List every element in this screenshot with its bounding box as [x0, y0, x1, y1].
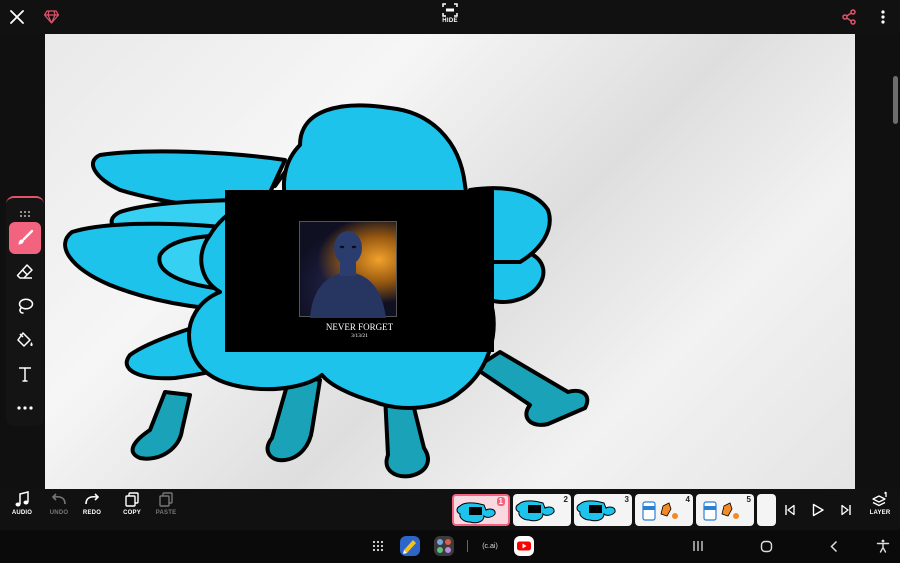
- app-shortcut-icon[interactable]: [398, 534, 422, 558]
- news-title: NEVER FORGET: [325, 322, 394, 332]
- youtube-icon[interactable]: [512, 534, 536, 558]
- frame-preview: [576, 500, 616, 522]
- text-icon: [19, 367, 31, 382]
- nav-divider: [464, 534, 470, 558]
- eraser-icon: [16, 264, 33, 279]
- undo-icon: [51, 493, 66, 505]
- frame-thumbnail[interactable]: 1: [452, 494, 510, 526]
- flipaclip-editor: HIDE NEVER FORGET 3/13/21 AUDIO UNDO RED…: [0, 0, 900, 563]
- layer-label: LAYER: [869, 510, 891, 516]
- news-photo: [299, 221, 397, 318]
- more-horizontal-icon: [17, 406, 33, 410]
- paste-button[interactable]: PASTE: [146, 491, 186, 529]
- copy-icon: [125, 492, 139, 507]
- play-icon: [812, 503, 824, 517]
- redo-label: REDO: [82, 510, 102, 516]
- lasso-tool[interactable]: [9, 290, 41, 322]
- audio-button[interactable]: AUDIO: [2, 491, 42, 529]
- undo-label: UNDO: [49, 510, 69, 516]
- frame-preview: [703, 501, 739, 521]
- paste-icon: [159, 492, 173, 507]
- close-icon[interactable]: [6, 6, 28, 28]
- frame-number: 2: [563, 495, 568, 504]
- app-drawer-icon[interactable]: [368, 534, 388, 558]
- canvas-scrollbar[interactable]: [893, 76, 898, 124]
- frames-strip[interactable]: 1 2 3 4 5: [450, 494, 776, 526]
- music-note-icon: [15, 491, 29, 507]
- text-tool[interactable]: [9, 358, 41, 390]
- cai-app[interactable]: (c.ai): [478, 534, 502, 558]
- last-frame-button[interactable]: [835, 499, 857, 521]
- news-date: 3/13/21: [351, 333, 368, 339]
- redo-icon: [85, 493, 100, 505]
- top-bar: HIDE: [0, 0, 900, 34]
- frame-preview: [642, 501, 678, 521]
- system-nav-bar: (c.ai): [0, 530, 900, 563]
- frame-number: 4: [685, 495, 690, 504]
- frame-preview: [515, 500, 555, 522]
- brush-icon: [18, 229, 34, 245]
- more-vertical-icon[interactable]: [874, 6, 892, 28]
- premium-gem-icon[interactable]: [42, 8, 60, 26]
- frame-thumbnail[interactable]: [757, 494, 776, 526]
- lasso-icon: [18, 298, 34, 314]
- hide-label: HIDE: [442, 18, 458, 24]
- app-folder-icon[interactable]: [432, 534, 456, 558]
- frame-thumbnail[interactable]: 5: [696, 494, 754, 526]
- frame-thumbnail[interactable]: 4: [635, 494, 693, 526]
- frame-number: 1: [496, 497, 505, 506]
- back-icon[interactable]: [824, 534, 844, 558]
- home-icon[interactable]: [756, 534, 776, 558]
- recent-apps-icon[interactable]: [688, 534, 708, 558]
- hide-button[interactable]: HIDE: [436, 3, 464, 31]
- fullscreen-icon: [442, 3, 458, 17]
- layer-button[interactable]: LAYER: [860, 491, 900, 529]
- frame-number: 3: [624, 495, 629, 504]
- fill-tool[interactable]: [9, 324, 41, 356]
- drag-handle-icon[interactable]: [18, 205, 32, 217]
- brush-tool[interactable]: [9, 222, 41, 254]
- frame-thumbnail[interactable]: 2: [513, 494, 571, 526]
- layers-icon: [872, 491, 887, 507]
- eraser-tool[interactable]: [9, 256, 41, 288]
- share-icon[interactable]: [838, 6, 860, 28]
- drawing-canvas[interactable]: NEVER FORGET 3/13/21: [45, 34, 855, 489]
- tools-panel: [6, 196, 44, 426]
- paint-bucket-icon: [17, 332, 33, 347]
- audio-label: AUDIO: [11, 510, 33, 516]
- copy-label: COPY: [123, 510, 141, 516]
- paste-label: PASTE: [155, 510, 177, 516]
- skip-back-icon: [785, 504, 795, 516]
- more-tools[interactable]: [9, 392, 41, 424]
- frame-number: 5: [746, 495, 751, 504]
- person-silhouette: [310, 231, 386, 318]
- frame-thumbnail[interactable]: 3: [574, 494, 632, 526]
- redo-button[interactable]: REDO: [72, 491, 112, 529]
- news-card[interactable]: NEVER FORGET 3/13/21: [225, 190, 494, 352]
- play-button[interactable]: [807, 499, 829, 521]
- first-frame-button[interactable]: [779, 499, 801, 521]
- accessibility-icon[interactable]: [873, 534, 893, 558]
- skip-forward-icon: [841, 504, 851, 516]
- bottom-bar: AUDIO UNDO REDO COPY PASTE 1 2 3 4 5 LAY…: [0, 489, 900, 530]
